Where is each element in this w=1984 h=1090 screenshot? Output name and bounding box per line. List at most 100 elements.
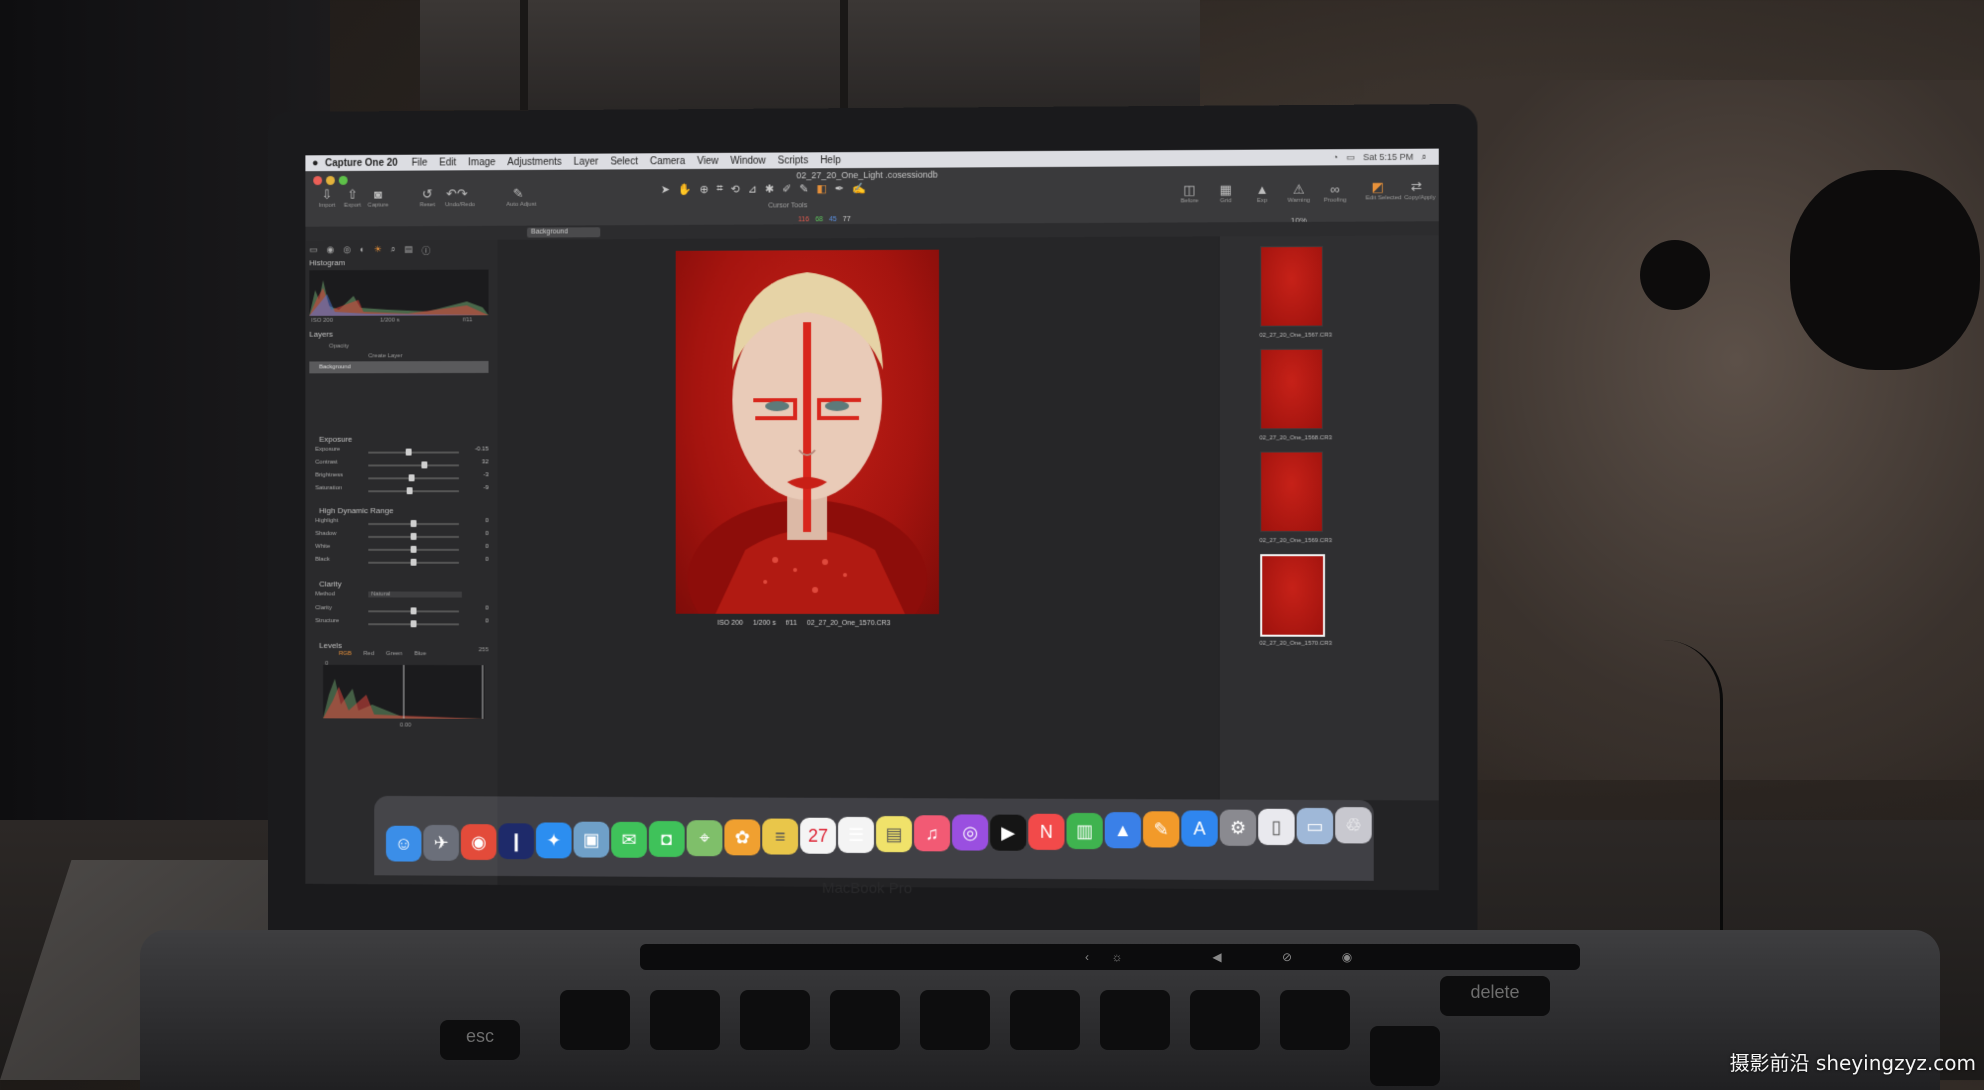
system-preferences-icon[interactable]: ⚙ — [1219, 809, 1257, 846]
annotate-icon[interactable]: ✍ — [852, 182, 866, 195]
battery-icon[interactable]: ▭ — [1346, 152, 1355, 163]
before-button[interactable]: ◫ Before — [1177, 182, 1201, 204]
edit-selected-button[interactable]: ◩ Edit Selected — [1366, 179, 1402, 201]
numbers-icon[interactable]: ▥ — [1066, 812, 1103, 850]
slider-value[interactable]: 0 — [485, 544, 488, 550]
slider-clarity[interactable]: Clarity 0 — [315, 605, 489, 617]
slider-contrast[interactable]: Contrast 32 — [315, 459, 489, 471]
slider-knob[interactable] — [410, 620, 417, 628]
export-button[interactable]: ⇧ Export — [341, 187, 365, 209]
menu-window[interactable]: Window — [730, 155, 765, 166]
layer-select[interactable]: Background — [527, 227, 601, 238]
key[interactable] — [1010, 990, 1080, 1050]
spotlight-icon[interactable]: ⌕ — [1421, 151, 1426, 162]
touchbar-back-icon[interactable]: ‹ — [1080, 950, 1094, 964]
slider-value[interactable]: 32 — [482, 459, 489, 465]
capture-button[interactable]: ◙ Capture — [366, 187, 390, 209]
slider-track[interactable] — [368, 464, 459, 467]
slider-value[interactable]: 0 — [485, 531, 488, 537]
key[interactable] — [920, 990, 990, 1050]
slider-track[interactable] — [368, 490, 459, 493]
slider-value[interactable]: -9 — [483, 485, 488, 491]
maps-icon[interactable]: ⌖ — [686, 820, 723, 857]
reminders-icon[interactable]: ☰ — [838, 816, 874, 854]
touchbar-volume-icon[interactable]: ◀ — [1210, 950, 1224, 964]
touchbar-mute-icon[interactable]: ⊘ — [1280, 950, 1294, 964]
key[interactable] — [1370, 1026, 1440, 1086]
slider-white[interactable]: White 0 — [315, 544, 489, 556]
proofing-button[interactable]: ∞ Proofing — [1323, 181, 1347, 203]
rotate-icon[interactable]: ⟲ — [731, 183, 740, 196]
stickies-icon[interactable]: ▤ — [875, 816, 913, 853]
app-store-icon[interactable]: A — [1181, 810, 1218, 847]
finder-icon[interactable]: ☺ — [385, 825, 422, 862]
slider-shadow[interactable]: Shadow 0 — [315, 531, 489, 543]
pages-icon[interactable]: ✎ — [1143, 811, 1180, 848]
slider-value[interactable]: 0 — [485, 518, 488, 524]
notes-icon[interactable]: ≡ — [762, 818, 799, 855]
gradient-icon[interactable]: ◧ — [817, 182, 827, 195]
trash-icon[interactable]: ♲ — [1335, 807, 1372, 844]
menu-adjustments[interactable]: Adjustments — [507, 156, 561, 167]
preview-icon[interactable]: ▣ — [573, 821, 610, 858]
menu-select[interactable]: Select — [610, 156, 638, 167]
levels-channel-rgb[interactable]: RGB — [339, 651, 352, 657]
keynote-icon[interactable]: ▲ — [1104, 812, 1142, 849]
slider-knob[interactable] — [410, 607, 417, 615]
thumbnail[interactable] — [1260, 245, 1324, 327]
slider-knob[interactable] — [408, 474, 415, 482]
tv-icon[interactable]: ▶ — [990, 814, 1027, 851]
folder-icon[interactable]: ▭ — [1296, 807, 1334, 845]
slider-black[interactable]: Black 0 — [315, 557, 489, 569]
news-icon[interactable]: N — [1028, 813, 1065, 851]
menu-camera[interactable]: Camera — [650, 156, 685, 167]
menu-file[interactable]: File — [412, 157, 428, 168]
method-select[interactable]: Natural — [368, 591, 462, 598]
podcasts-icon[interactable]: ◎ — [952, 814, 989, 851]
menu-edit[interactable]: Edit — [439, 157, 456, 168]
key[interactable] — [1280, 990, 1350, 1050]
menu-image[interactable]: Image — [468, 157, 495, 168]
warning-button[interactable]: ⚠ Warning — [1287, 182, 1311, 204]
touchbar-brightness-icon[interactable]: ☼ — [1110, 950, 1124, 964]
messages-icon[interactable]: ✉ — [611, 821, 647, 858]
key[interactable] — [740, 990, 810, 1050]
slider-knob[interactable] — [410, 520, 417, 528]
touch-bar[interactable]: ‹ ☼ ◀ ⊘ ◉ — [640, 944, 1580, 970]
levels-channel-blue[interactable]: Blue — [414, 651, 426, 657]
slider-value[interactable]: 0 — [485, 606, 488, 612]
music-icon[interactable]: ♫ — [914, 815, 951, 852]
key-delete[interactable]: delete — [1440, 976, 1550, 1016]
slider-knob[interactable] — [410, 545, 417, 553]
exposure-warning-button[interactable]: ▲ Exp — [1250, 182, 1274, 204]
wifi-icon[interactable]: ◔ — [1333, 152, 1339, 163]
menu-help[interactable]: Help — [820, 155, 841, 166]
slider-knob[interactable] — [421, 461, 428, 469]
key-esc[interactable]: esc — [440, 1020, 520, 1060]
grid-button[interactable]: ▦ Grid — [1214, 182, 1238, 204]
auto-adjust-button[interactable]: ✎ Auto Adjust — [506, 186, 536, 208]
launchpad-icon[interactable]: ✈ — [423, 824, 459, 861]
eraser-icon[interactable]: ✎ — [799, 182, 808, 195]
slider-value[interactable]: -0.15 — [475, 446, 489, 452]
reset-button[interactable]: ↺ Reset — [416, 186, 440, 208]
menu-view[interactable]: View — [697, 155, 718, 166]
slider-knob[interactable] — [410, 558, 417, 566]
slider-brightness[interactable]: Brightness -3 — [315, 472, 489, 484]
safari-icon[interactable]: ✦ — [535, 822, 572, 859]
tab-meta-icon[interactable]: ⓘ — [422, 244, 431, 257]
levels-channel-green[interactable]: Green — [386, 651, 402, 657]
menu-layer[interactable]: Layer — [574, 156, 599, 167]
menu-scripts[interactable]: Scripts — [778, 155, 808, 166]
slider-saturation[interactable]: Saturation -9 — [315, 485, 489, 497]
create-layer-button[interactable]: Create Layer — [368, 353, 402, 359]
tab-adjust-icon[interactable]: ▤ — [405, 244, 413, 257]
clock[interactable]: Sat 5:15 PM — [1363, 151, 1413, 162]
slider-value[interactable]: 0 — [485, 557, 488, 563]
key[interactable] — [1190, 990, 1260, 1050]
undo-redo-button[interactable]: ↶↷ Undo/Redo — [445, 186, 475, 208]
key[interactable] — [650, 990, 720, 1050]
slider-exposure[interactable]: Exposure -0.15 — [315, 446, 489, 458]
import-button[interactable]: ⇩ Import — [315, 187, 339, 209]
tab-capture-icon[interactable]: ◉ — [327, 244, 335, 257]
